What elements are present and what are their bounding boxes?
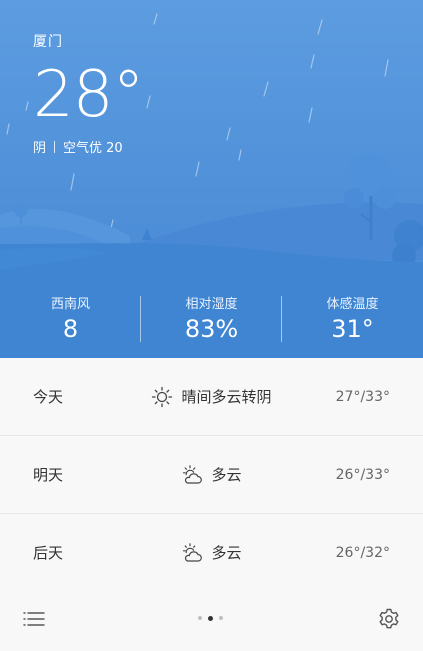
stat-value: 83% [184, 315, 239, 343]
forecast-day: 明天 [33, 466, 64, 484]
current-temperature: 28° [33, 58, 144, 132]
forecast-day: 今天 [33, 388, 64, 406]
forecast-day: 后天 [33, 544, 64, 562]
forecast-temp-range: 26°/32° [335, 544, 390, 561]
gear-icon[interactable] [377, 607, 401, 631]
condition-divider [54, 140, 56, 153]
condition-text: 阴 [33, 141, 47, 156]
forecast-weather-text: 多云 [211, 544, 242, 562]
forecast-temp-range: 26°/33° [335, 466, 390, 483]
stat-value: 8 [62, 315, 79, 343]
page-dot-active[interactable] [208, 615, 213, 621]
forecast-row-today[interactable]: 今天 晴间多云转阴 27°/33° [0, 358, 423, 436]
forecast-row-tomorrow[interactable]: 明天 多云 26°/33° [0, 436, 423, 514]
sunny-icon [152, 386, 173, 407]
air-quality-text[interactable]: 空气优 20 [63, 137, 123, 156]
stat-label: 西南风 [50, 297, 90, 312]
weather-hero: 厦门 28° 阴 空气优 20 西南风 8 相对湿度 83% 体感温度 31° [0, 0, 423, 358]
city-name[interactable]: 厦门 [33, 31, 63, 51]
list-menu-icon[interactable] [22, 608, 46, 630]
stat-label: 体感温度 [326, 297, 379, 312]
stat-humidity: 相对湿度 83% [141, 290, 282, 350]
forecast-row-day-after[interactable]: 后天 多云 26°/32° [0, 514, 423, 591]
bottom-bar [0, 590, 423, 651]
weather-stats: 西南风 8 相对湿度 83% 体感温度 31° [0, 290, 423, 350]
partly-cloudy-icon [183, 464, 203, 484]
forecast-weather-text: 晴间多云转阴 [181, 388, 272, 406]
stat-feels-like: 体感温度 31° [282, 290, 423, 350]
condition-line: 阴 空气优 20 [33, 137, 123, 156]
page-dot[interactable] [219, 616, 223, 620]
forecast-list: 今天 晴间多云转阴 27°/33° 明天 多云 26°/33° 后天 多云 26… [0, 358, 423, 591]
stat-wind: 西南风 8 [0, 290, 141, 350]
stat-value: 31° [331, 315, 374, 343]
forecast-temp-range: 27°/33° [335, 388, 390, 405]
forecast-weather-text: 多云 [211, 466, 242, 484]
partly-cloudy-icon [183, 542, 203, 562]
page-dot[interactable] [198, 616, 202, 620]
stat-label: 相对湿度 [185, 297, 238, 312]
page-indicator [198, 615, 223, 621]
